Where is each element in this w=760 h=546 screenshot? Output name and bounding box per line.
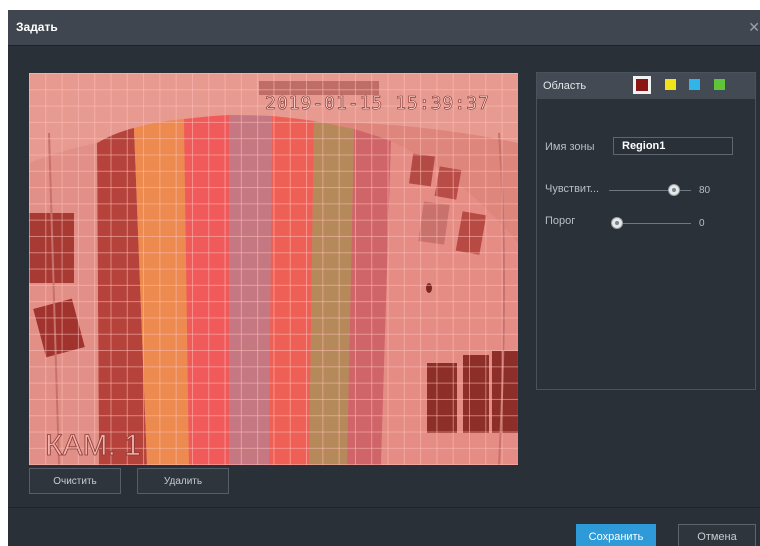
settings-dialog: Задать ✕ 2019-01-15 15:39:37 КАМ. 1 Очис…	[8, 10, 760, 546]
sensitivity-value: 80	[699, 185, 711, 196]
sensitivity-slider-handle[interactable]	[668, 184, 680, 196]
footer-divider	[8, 507, 760, 508]
save-button[interactable]: Сохранить	[576, 524, 656, 546]
swatch-green[interactable]	[714, 79, 725, 90]
threshold-value: 0	[699, 218, 705, 229]
sensitivity-label: Чувствит...	[545, 183, 600, 195]
dialog-title: Задать	[16, 20, 58, 34]
osd-camera-name: КАМ. 1	[45, 429, 142, 463]
zone-name-label: Имя зоны	[545, 141, 595, 153]
threshold-track[interactable]	[613, 223, 691, 224]
threshold-slider-handle[interactable]	[611, 217, 623, 229]
clear-button[interactable]: Очистить	[29, 468, 121, 494]
camera-preview[interactable]: 2019-01-15 15:39:37 КАМ. 1	[29, 73, 518, 465]
swatch-yellow[interactable]	[665, 79, 676, 90]
detection-grid[interactable]	[29, 73, 518, 465]
region-panel-header: Область	[537, 73, 755, 99]
region-panel-title: Область	[543, 80, 587, 92]
zone-name-input[interactable]: Region1	[613, 137, 733, 155]
region-panel: Область Имя зоны Region1 Чувствит... 80 …	[536, 72, 756, 390]
zone-name-value: Region1	[622, 140, 666, 152]
swatch-blue[interactable]	[689, 79, 700, 90]
osd-datetime: 2019-01-15 15:39:37	[265, 93, 490, 115]
swatch-red[interactable]	[636, 79, 648, 91]
close-icon[interactable]: ✕	[748, 19, 760, 36]
threshold-label: Порог	[545, 215, 576, 227]
cancel-button[interactable]: Отмена	[678, 524, 756, 546]
delete-button[interactable]: Удалить	[137, 468, 229, 494]
dialog-titlebar: Задать ✕	[8, 10, 760, 46]
